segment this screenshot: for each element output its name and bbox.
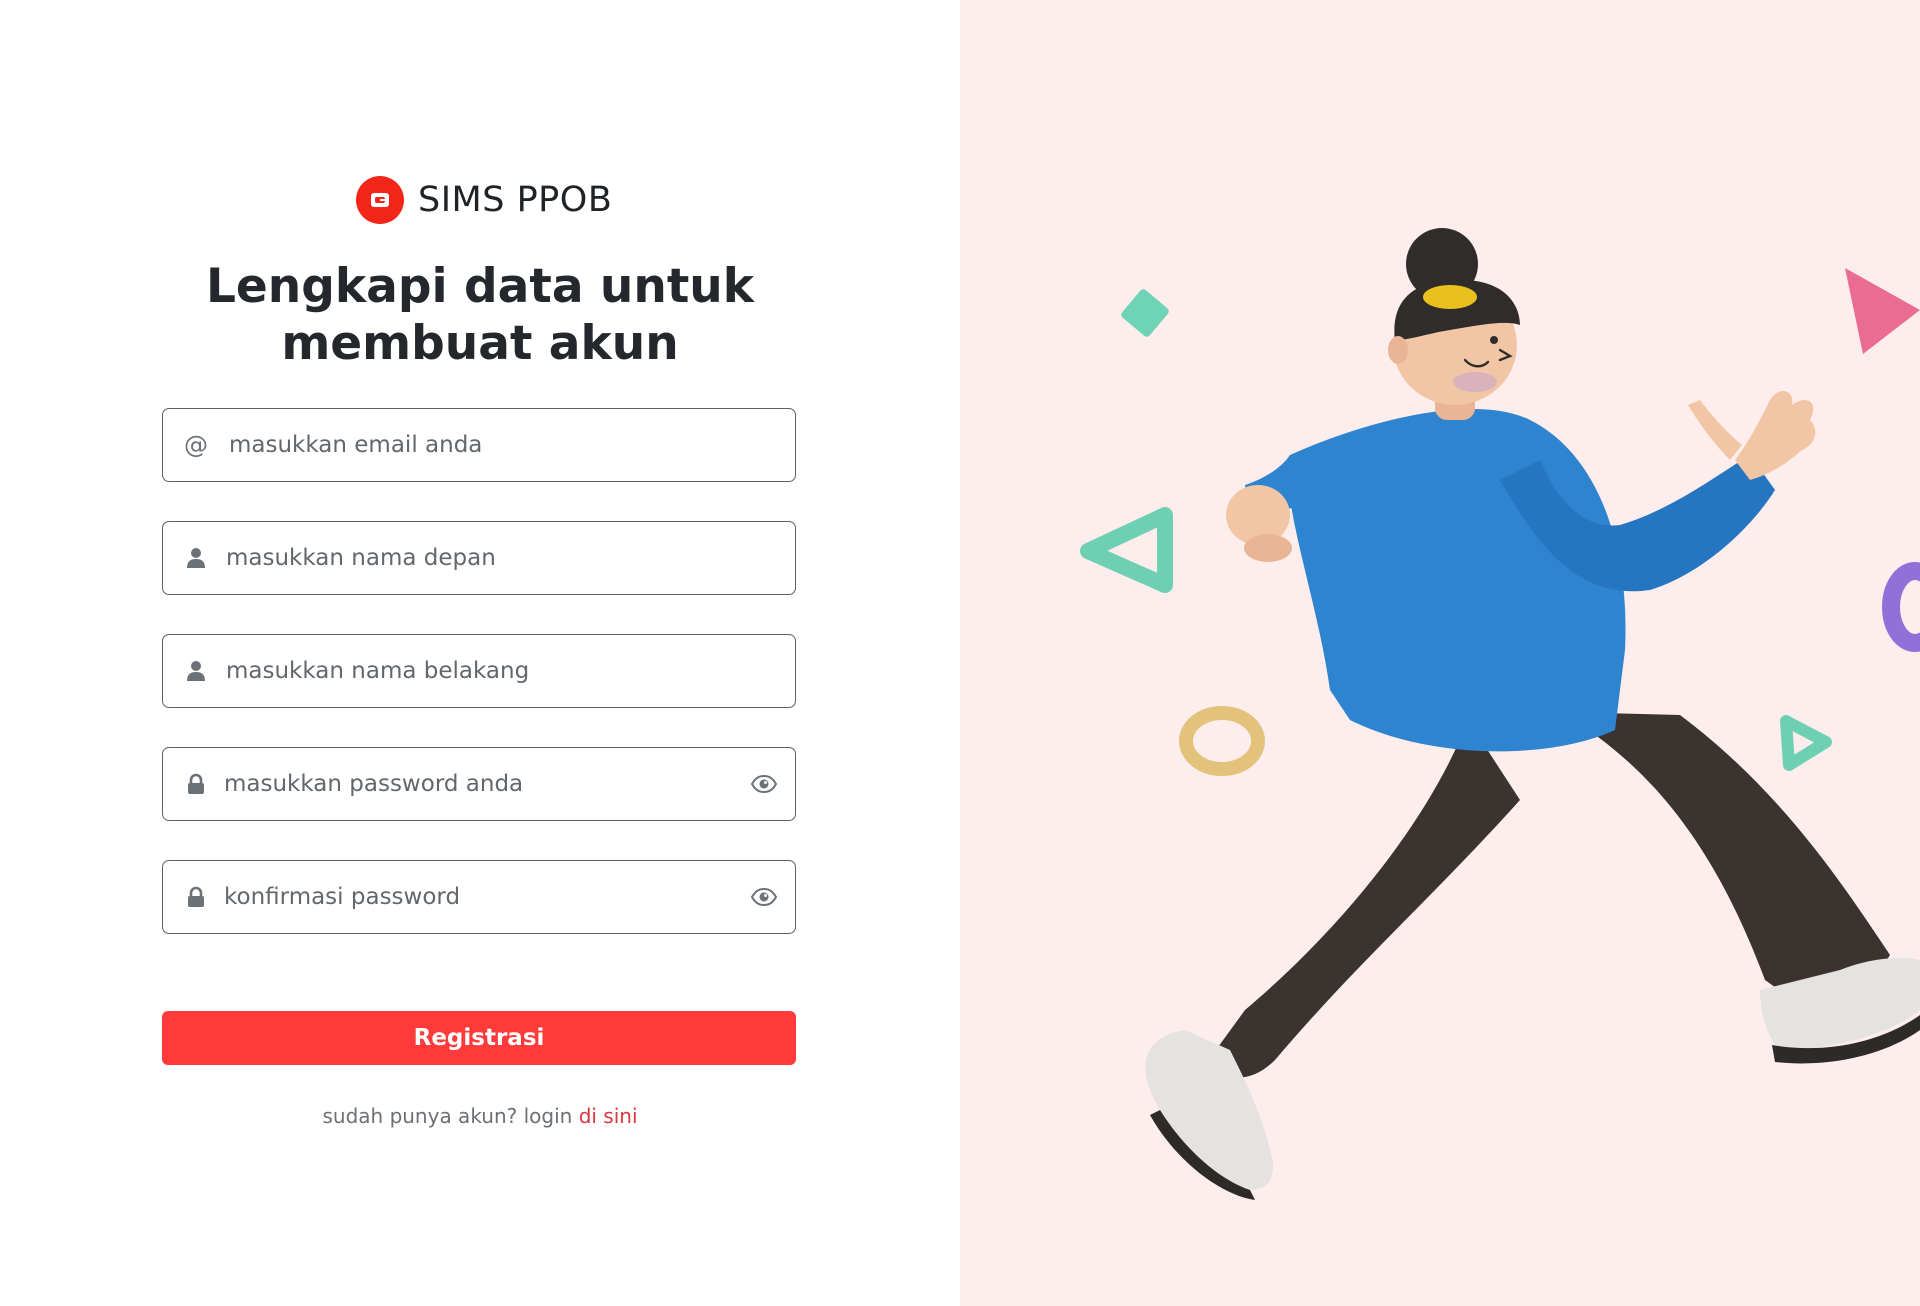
confirm-password-field — [162, 860, 796, 934]
last-name-input[interactable] — [226, 635, 766, 707]
login-link[interactable]: di sini — [579, 1104, 638, 1128]
illustration-panel — [960, 0, 1920, 1306]
first-name-input[interactable] — [226, 522, 766, 594]
confirm-password-input[interactable] — [224, 861, 704, 933]
login-prompt-text: sudah punya akun? login — [322, 1104, 579, 1128]
user-icon — [181, 522, 211, 594]
register-button[interactable]: Registrasi — [162, 1011, 796, 1065]
page-title: Lengkapi data untuk membuat akun — [160, 258, 800, 372]
wallet-icon — [356, 176, 404, 224]
register-page: SIMS PPOB Lengkapi data untuk membuat ak… — [0, 0, 1920, 1306]
walking-person-illustration — [1080, 228, 1920, 1200]
user-icon — [181, 635, 211, 707]
page-title-line-1: Lengkapi data untuk — [205, 259, 755, 314]
password-field — [162, 747, 796, 821]
brand: SIMS PPOB — [356, 173, 612, 227]
page-title-line-2: membuat akun — [281, 316, 679, 371]
last-name-field — [162, 634, 796, 708]
email-field: @ — [162, 408, 796, 482]
eye-icon[interactable] — [751, 748, 777, 820]
lock-icon — [181, 861, 211, 933]
password-input[interactable] — [224, 748, 704, 820]
lock-icon — [181, 748, 211, 820]
login-prompt: sudah punya akun? login di sini — [160, 1104, 800, 1128]
first-name-field — [162, 521, 796, 595]
brand-name: SIMS PPOB — [418, 180, 613, 220]
at-icon: @ — [184, 431, 208, 459]
email-input[interactable] — [229, 409, 769, 481]
eye-icon[interactable] — [751, 861, 777, 933]
form-panel: SIMS PPOB Lengkapi data untuk membuat ak… — [0, 0, 960, 1306]
